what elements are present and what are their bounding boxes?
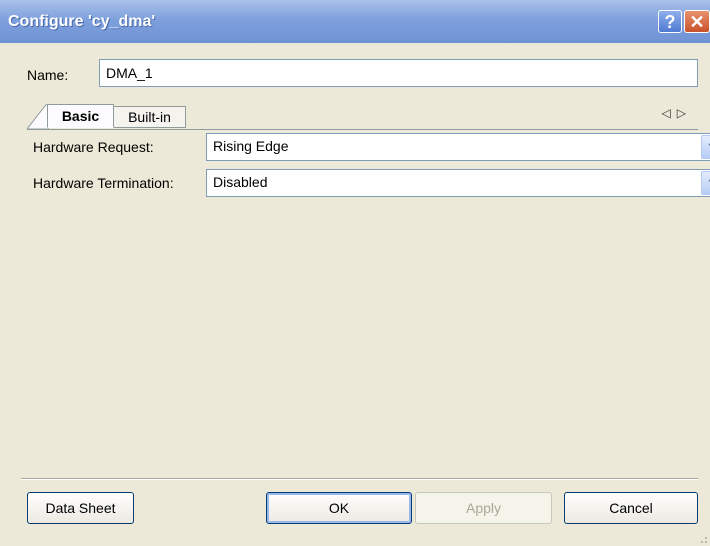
tab-basic[interactable]: Basic [47, 104, 114, 128]
data-sheet-button[interactable]: Data Sheet [27, 492, 134, 524]
chevron-down-icon[interactable]: ▼ [701, 135, 710, 159]
tab-scroll-right-icon[interactable]: ▷ [677, 106, 692, 120]
hardware-termination-select[interactable]: Disabled ▼ [206, 169, 710, 197]
hardware-request-label: Hardware Request: [33, 139, 154, 155]
hardware-request-value: Rising Edge [213, 138, 289, 154]
tab-strip: Basic Built-in ◁▷ [27, 104, 698, 130]
tab-scroll-left-icon[interactable]: ◁ [662, 106, 677, 120]
chevron-down-icon[interactable]: ▼ [701, 171, 710, 195]
window-title: Configure 'cy_dma' [8, 13, 156, 30]
hardware-termination-value: Disabled [213, 174, 268, 190]
help-button[interactable]: ? [658, 10, 682, 33]
hardware-request-select[interactable]: Rising Edge ▼ [206, 133, 710, 161]
hardware-termination-label: Hardware Termination: [33, 175, 174, 191]
ok-button[interactable]: OK [266, 492, 412, 524]
tab-built-in[interactable]: Built-in [114, 106, 186, 128]
tab-basic-edge [27, 104, 49, 129]
button-separator [21, 478, 698, 480]
name-label: Name: [27, 67, 69, 83]
close-button[interactable]: ✕ [684, 10, 710, 33]
basic-tab-panel: Hardware Request: Rising Edge ▼ Hardware… [27, 129, 710, 469]
tab-scroll-arrows: ◁▷ [662, 106, 692, 120]
cancel-button[interactable]: Cancel [564, 492, 698, 524]
configure-dialog: Configure 'cy_dma' ? ✕ Name: Basic Built… [0, 0, 710, 546]
name-input[interactable] [99, 59, 698, 87]
title-bar[interactable]: Configure 'cy_dma' ? ✕ [0, 0, 710, 43]
apply-button[interactable]: Apply [415, 492, 552, 524]
resize-grip-icon[interactable] [698, 534, 708, 544]
